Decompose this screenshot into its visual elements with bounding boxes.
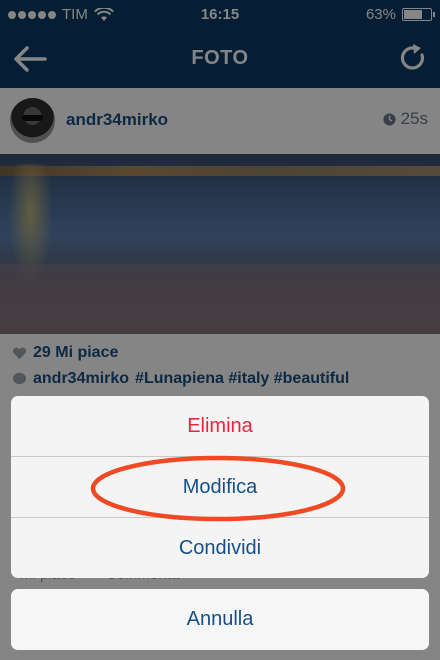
highlight-ellipse-annotation <box>90 455 346 522</box>
delete-button[interactable]: Elimina <box>11 396 429 456</box>
share-button[interactable]: Condividi <box>11 518 429 578</box>
instagram-photo-screen: TIM 16:15 63% FOTO andr34mirko 25s 29 Mi… <box>0 0 440 660</box>
cancel-button[interactable]: Annulla <box>11 589 429 650</box>
